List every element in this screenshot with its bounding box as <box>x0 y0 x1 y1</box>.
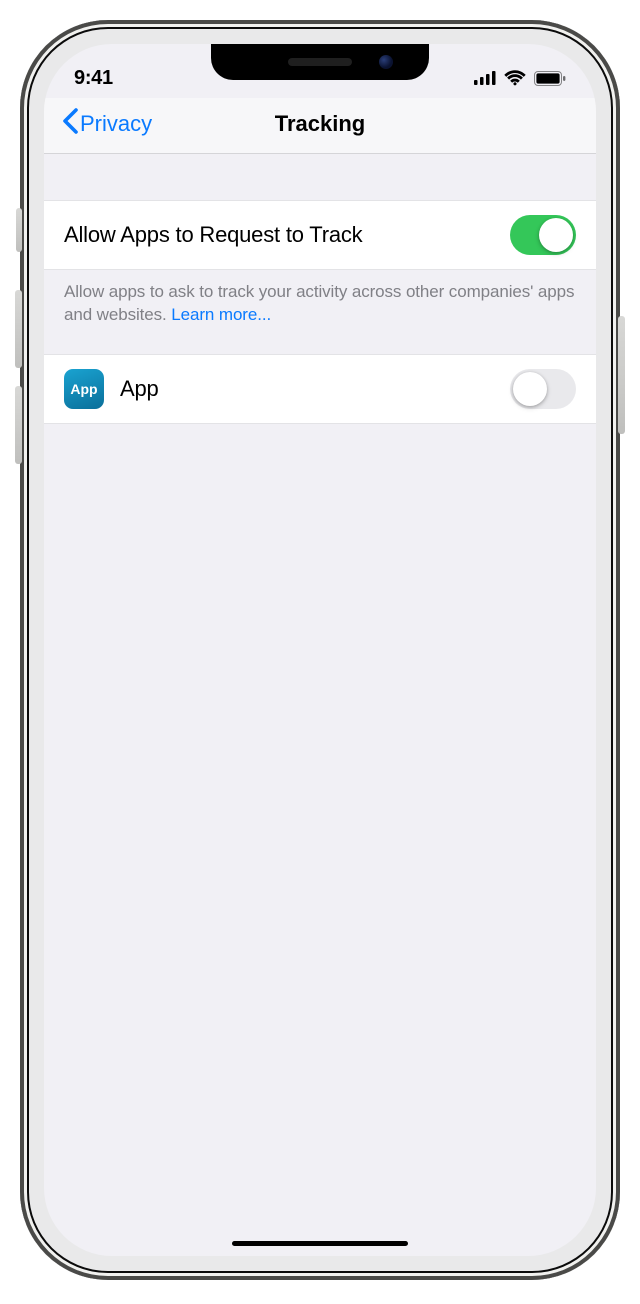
wifi-icon <box>504 70 526 86</box>
allow-tracking-label: Allow Apps to Request to Track <box>64 222 363 248</box>
switch-knob <box>539 218 573 252</box>
phone-frame: 9:41 <box>20 20 620 1280</box>
switch-knob <box>513 372 547 406</box>
cellular-signal-icon <box>474 71 496 85</box>
back-button[interactable]: Privacy <box>62 108 152 139</box>
mute-switch <box>16 208 22 252</box>
allow-tracking-row: Allow Apps to Request to Track <box>44 200 596 270</box>
section-footer: Allow apps to ask to track your activity… <box>44 270 596 354</box>
footer-description: Allow apps to ask to track your activity… <box>64 282 574 324</box>
page-title: Tracking <box>275 111 365 137</box>
app-icon: App <box>64 369 104 409</box>
app-name-label: App <box>120 376 159 402</box>
allow-tracking-toggle[interactable] <box>510 215 576 255</box>
nav-bar: Privacy Tracking <box>44 98 596 154</box>
chevron-left-icon <box>62 108 80 139</box>
power-button <box>618 316 625 434</box>
home-indicator[interactable] <box>232 1241 408 1246</box>
app-tracking-toggle[interactable] <box>510 369 576 409</box>
notch <box>211 44 429 80</box>
volume-up-button <box>15 290 22 368</box>
content-area: Allow Apps to Request to Track Allow app… <box>44 154 596 424</box>
volume-down-button <box>15 386 22 464</box>
battery-icon <box>534 71 566 86</box>
learn-more-link[interactable]: Learn more... <box>171 305 271 324</box>
app-row-left: App App <box>64 369 159 409</box>
speaker-grille <box>288 58 352 66</box>
status-indicators <box>474 70 566 86</box>
status-time: 9:41 <box>74 67 113 90</box>
app-row: App App <box>44 354 596 424</box>
screen: 9:41 <box>44 44 596 1256</box>
front-camera <box>379 55 393 69</box>
back-label: Privacy <box>80 111 152 137</box>
